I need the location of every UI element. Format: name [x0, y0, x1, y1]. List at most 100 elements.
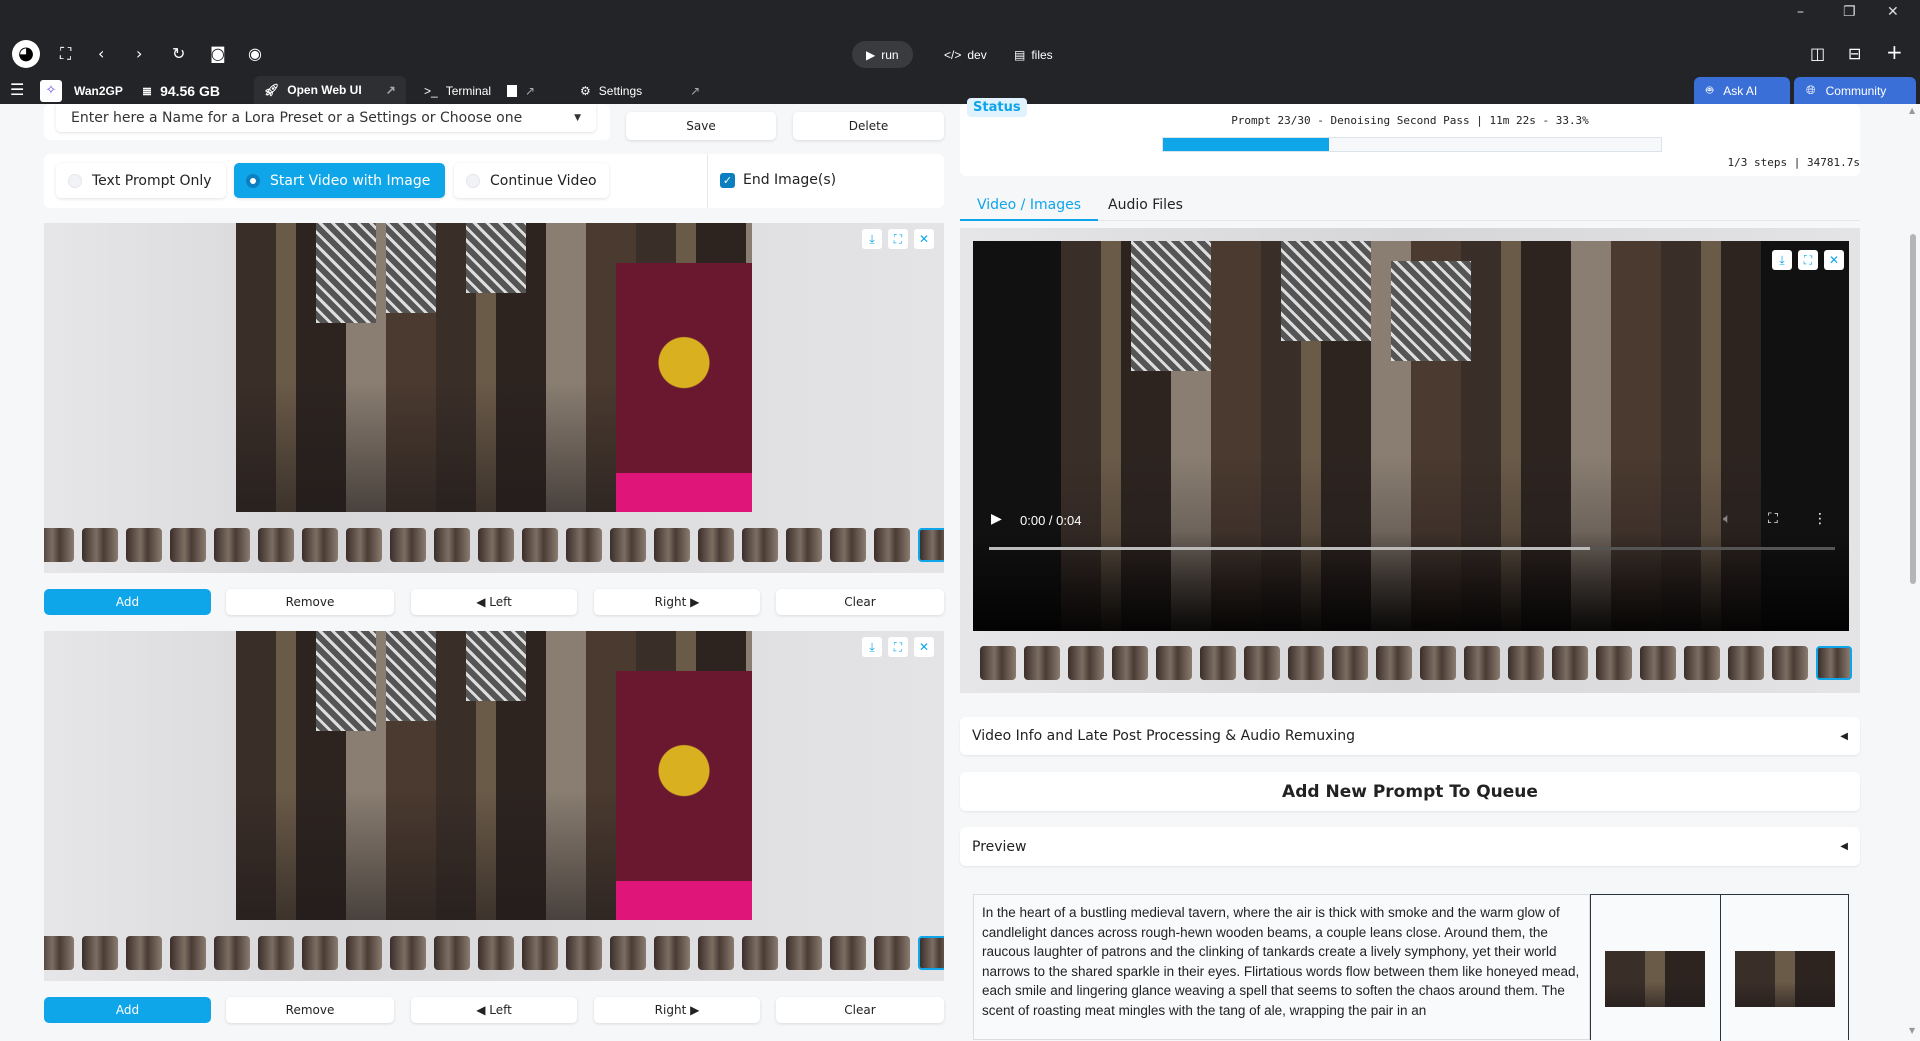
frame-thumbnail[interactable]	[742, 528, 778, 562]
frame-thumbnail[interactable]	[44, 528, 74, 562]
frame-thumbnail[interactable]	[1024, 646, 1060, 680]
frame-thumbnail[interactable]	[302, 528, 338, 562]
clear-button[interactable]: Clear	[776, 589, 944, 615]
tab-settings[interactable]: ⚙ Settings ↗	[580, 80, 700, 102]
fullscreen-icon[interactable]: ⛶	[888, 637, 908, 657]
frame-thumbnail[interactable]	[126, 936, 162, 970]
scrollbar-thumb[interactable]	[1910, 234, 1916, 584]
preview-thumbnail[interactable]	[1605, 951, 1705, 1007]
frame-thumbnail[interactable]	[1684, 646, 1720, 680]
frame-thumbnail[interactable]	[918, 936, 944, 970]
save-button[interactable]: Save	[626, 112, 776, 140]
video-seekbar[interactable]	[989, 547, 1835, 550]
close-icon[interactable]: ✕	[914, 229, 934, 249]
frame-thumbnail[interactable]	[214, 936, 250, 970]
download-icon[interactable]: ⤓	[1772, 250, 1792, 270]
scroll-up-icon[interactable]: ▲	[1909, 106, 1915, 115]
frame-thumbnail[interactable]	[786, 528, 822, 562]
download-icon[interactable]: ⤓	[862, 229, 882, 249]
frame-thumbnail[interactable]	[478, 528, 514, 562]
menu-icon[interactable]: ☰	[10, 80, 24, 100]
frame-thumbnail[interactable]	[830, 528, 866, 562]
frame-thumbnail[interactable]	[1156, 646, 1192, 680]
add-new-prompt-button[interactable]: Add New Prompt To Queue	[960, 772, 1860, 811]
frame-thumbnail[interactable]	[82, 528, 118, 562]
add-button[interactable]: Add	[44, 589, 211, 615]
move-left-button[interactable]: ◀ Left	[411, 997, 577, 1023]
delete-button[interactable]: Delete	[793, 112, 944, 140]
clear-button[interactable]: Clear	[776, 997, 944, 1023]
frame-thumbnail[interactable]	[478, 936, 514, 970]
remove-button[interactable]: Remove	[226, 589, 394, 615]
frame-thumbnail[interactable]	[786, 936, 822, 970]
frame-thumbnail[interactable]	[346, 528, 382, 562]
checkbox-checked-icon[interactable]: ✓	[720, 172, 735, 188]
add-button[interactable]: Add	[44, 997, 211, 1023]
external-link-icon[interactable]: ↗	[690, 84, 700, 98]
frame-thumbnail[interactable]	[1772, 646, 1808, 680]
forward-icon[interactable]: ›	[136, 44, 142, 64]
frame-thumbnail[interactable]	[522, 936, 558, 970]
frame-thumbnail[interactable]	[1112, 646, 1148, 680]
play-icon[interactable]: ▶	[991, 511, 1002, 527]
community-button[interactable]: 🌐︎ Community	[1794, 77, 1916, 104]
tab-open-web-ui[interactable]: 🚀︎ Open Web UI ↗	[254, 76, 406, 104]
move-left-button[interactable]: ◀ Left	[411, 589, 577, 615]
move-right-button[interactable]: Right ▶	[594, 589, 760, 615]
fullscreen-icon[interactable]: ⛶	[60, 44, 71, 64]
split-vertical-icon[interactable]: ◫	[1810, 44, 1825, 64]
preview-accordion[interactable]: Preview ◀	[960, 827, 1860, 866]
frame-thumbnail[interactable]	[434, 528, 470, 562]
volume-icon[interactable]: 🔈︎	[1723, 511, 1731, 527]
close-icon[interactable]: ✕	[914, 637, 934, 657]
frame-thumbnail[interactable]	[390, 936, 426, 970]
add-tab-icon[interactable]: +	[1886, 42, 1903, 62]
close-icon[interactable]: ✕	[1824, 250, 1844, 270]
tab-terminal[interactable]: >_ Terminal ↗	[424, 80, 535, 102]
frame-thumbnail[interactable]	[742, 936, 778, 970]
files-button[interactable]: ▤ files	[1000, 41, 1067, 68]
frame-thumbnail[interactable]	[258, 528, 294, 562]
radio-continue-video[interactable]: Continue Video	[454, 163, 609, 198]
frame-thumbnail[interactable]	[170, 936, 206, 970]
lora-preset-input[interactable]: Enter here a Name for a Lora Preset or a…	[56, 104, 596, 132]
frame-thumbnail[interactable]	[566, 936, 602, 970]
frame-thumbnail[interactable]	[654, 936, 690, 970]
frame-thumbnail[interactable]	[1376, 646, 1412, 680]
frame-thumbnail[interactable]	[1200, 646, 1236, 680]
tab-audio-files[interactable]: Audio Files	[1108, 193, 1183, 221]
preview-thumbnail[interactable]	[1735, 951, 1835, 1007]
frame-thumbnail[interactable]	[1068, 646, 1104, 680]
frame-thumbnail[interactable]	[434, 936, 470, 970]
dev-button[interactable]: </> dev	[930, 41, 1001, 68]
fullscreen-icon[interactable]: ⛶	[1798, 250, 1818, 270]
frame-thumbnail[interactable]	[522, 528, 558, 562]
back-icon[interactable]: ‹	[98, 44, 104, 64]
frame-thumbnail[interactable]	[1596, 646, 1632, 680]
restore-button[interactable]: ❐	[1843, 2, 1856, 22]
download-icon[interactable]: ⤓	[862, 637, 882, 657]
tab-video-images[interactable]: Video / Images	[960, 193, 1098, 221]
camera-icon[interactable]: ◙	[210, 44, 226, 64]
scrollbar[interactable]: ▲ ▼	[1906, 104, 1920, 1040]
scroll-down-icon[interactable]: ▼	[1909, 1026, 1915, 1035]
video-player[interactable]: ▶ 0:00 / 0:04 🔈︎ ⛶ ⋮	[973, 241, 1849, 631]
fullscreen-icon[interactable]: ⛶	[1768, 511, 1778, 527]
run-button[interactable]: ▶ run	[852, 41, 913, 68]
frame-thumbnail[interactable]	[390, 528, 426, 562]
frame-thumbnail[interactable]	[1244, 646, 1280, 680]
frame-thumbnail[interactable]	[1464, 646, 1500, 680]
external-link-icon[interactable]: ↗	[525, 84, 535, 98]
dropdown-arrow-icon[interactable]: ▼	[574, 113, 581, 123]
frame-thumbnail[interactable]	[874, 528, 910, 562]
frame-thumbnail[interactable]	[566, 528, 602, 562]
more-options-icon[interactable]: ⋮	[1813, 511, 1827, 527]
frame-thumbnail[interactable]	[126, 528, 162, 562]
external-link-icon[interactable]: ↗	[386, 83, 396, 97]
eye-icon[interactable]: ◉	[248, 44, 262, 64]
frame-thumbnail[interactable]	[654, 528, 690, 562]
frame-thumbnail[interactable]	[1640, 646, 1676, 680]
split-horizontal-icon[interactable]: ⊟	[1848, 44, 1861, 64]
radio-start-video-with-image[interactable]: Start Video with Image	[234, 163, 445, 198]
ask-ai-button[interactable]: 🤖︎ Ask AI	[1694, 77, 1790, 104]
